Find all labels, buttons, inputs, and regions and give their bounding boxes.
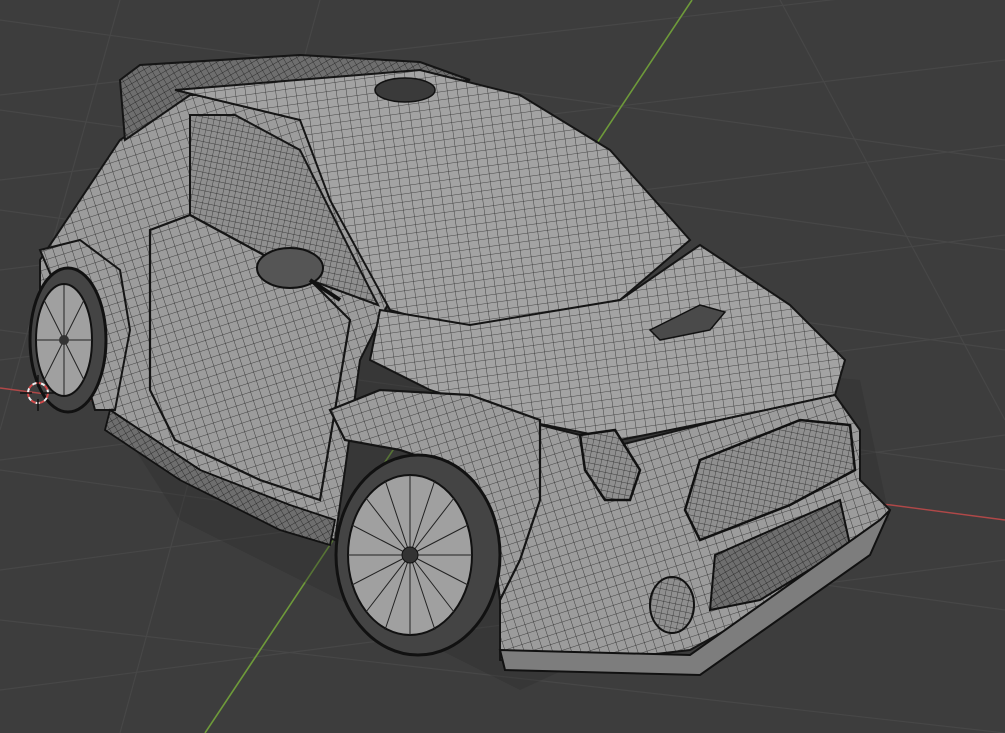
car-model[interactable] (28, 53, 892, 690)
front-wheel (334, 453, 502, 657)
roof-vent (374, 77, 436, 103)
viewport-canvas[interactable] (0, 0, 1005, 733)
3d-viewport[interactable] (0, 0, 1005, 733)
fog-light (649, 576, 695, 634)
rear-wheel (28, 266, 108, 414)
